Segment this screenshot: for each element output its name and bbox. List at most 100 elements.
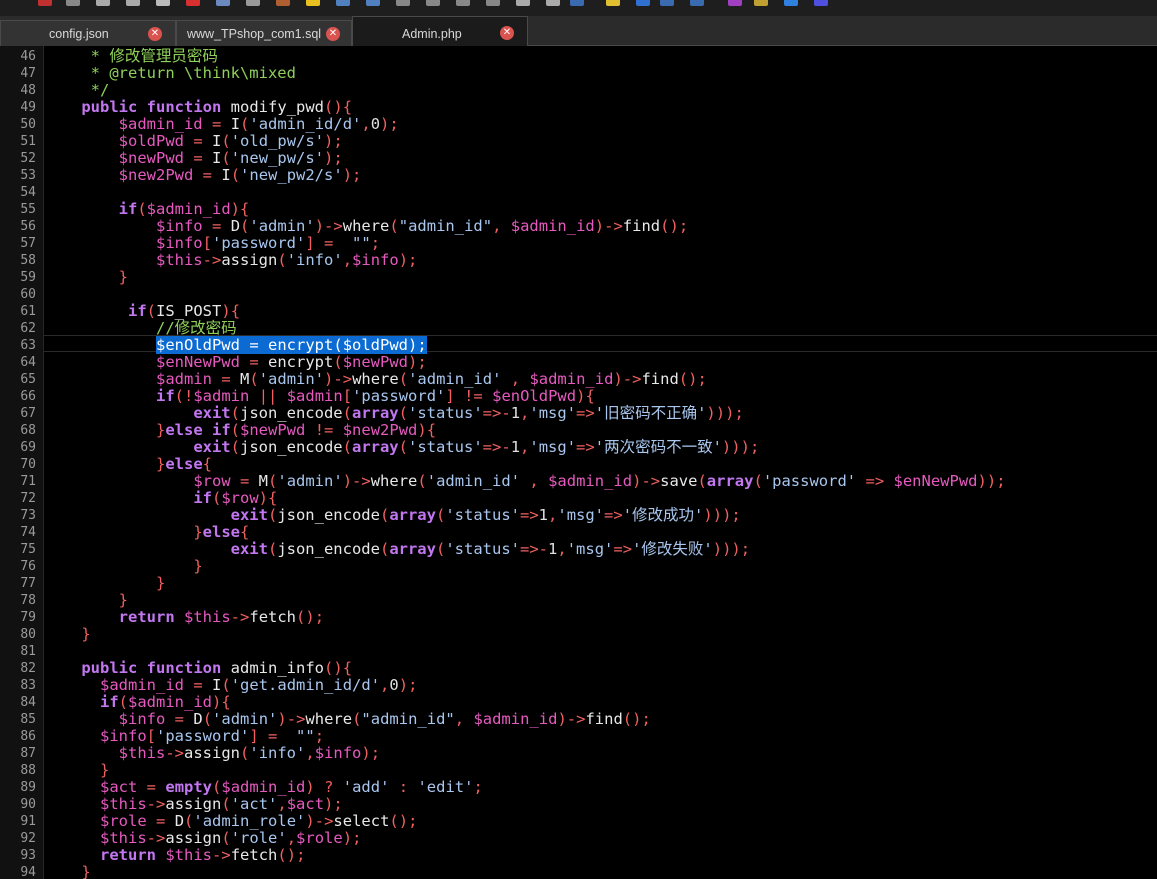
code-line[interactable]: 58 $this->assign('info',$info); xyxy=(0,252,1157,269)
line-number: 64 xyxy=(20,355,36,370)
line-number: 80 xyxy=(20,627,36,642)
code-line[interactable]: 50 $admin_id = I('admin_id/d',0); xyxy=(0,116,1157,133)
toolbar-button-icon[interactable] xyxy=(216,0,230,6)
toolbar-button-icon[interactable] xyxy=(336,0,350,6)
close-icon[interactable]: ✕ xyxy=(326,27,340,41)
toolbar-button-icon[interactable] xyxy=(546,0,560,6)
code-line[interactable]: 70 }else{ xyxy=(0,456,1157,473)
code-text: $info = D('admin')->where("admin_id", $a… xyxy=(118,710,651,728)
code-line[interactable]: 69 exit(json_encode(array('status'=>-1,'… xyxy=(0,439,1157,456)
code-line[interactable]: 94 } xyxy=(0,864,1157,879)
toolbar-button-icon[interactable] xyxy=(66,0,80,6)
code-line[interactable]: 88 } xyxy=(0,762,1157,779)
toolbar-button-icon[interactable] xyxy=(486,0,500,6)
toolbar-button-icon[interactable] xyxy=(456,0,470,6)
close-icon[interactable] xyxy=(186,0,200,6)
gear-icon[interactable] xyxy=(784,0,798,6)
close-icon[interactable]: ✕ xyxy=(148,27,162,41)
toolbar-button-icon[interactable] xyxy=(246,0,260,6)
toolbar-button-icon[interactable] xyxy=(690,0,704,6)
code-line[interactable]: 65 $admin = M('admin')->where('admin_id'… xyxy=(0,371,1157,388)
code-line[interactable]: 89 $act = empty($admin_id) ? 'add' : 'ed… xyxy=(0,779,1157,796)
toolbar-button-icon[interactable] xyxy=(396,0,410,6)
code-line[interactable]: 67 exit(json_encode(array('status'=>-1,'… xyxy=(0,405,1157,422)
toolbar-button-icon[interactable] xyxy=(728,0,742,6)
code-line[interactable]: 82 public function admin_info(){ xyxy=(0,660,1157,677)
code-line[interactable]: 63 $enOldPwd = encrypt($oldPwd); xyxy=(0,336,1157,354)
code-text: }else{ xyxy=(193,523,250,541)
code-line[interactable]: 81 xyxy=(0,643,1157,660)
code-line[interactable]: 46 * 修改管理员密码 xyxy=(0,48,1157,65)
tab-tpshop-sql[interactable]: www_TPshop_com1.sql ✕ xyxy=(176,20,352,46)
code-text: public function admin_info(){ xyxy=(81,659,353,677)
code-line[interactable]: 90 $this->assign('act',$act); xyxy=(0,796,1157,813)
code-line[interactable]: 75 exit(json_encode(array('status'=>-1,'… xyxy=(0,541,1157,558)
code-line[interactable]: 68 }else if($newPwd != $new2Pwd){ xyxy=(0,422,1157,439)
code-editor[interactable]: 46 * 修改管理员密码 47 * @return \think\mixed 48 … xyxy=(0,46,1157,879)
line-number: 47 xyxy=(20,66,36,81)
toolbar-button-icon[interactable] xyxy=(754,0,768,6)
code-line[interactable]: 60 xyxy=(0,286,1157,303)
code-line[interactable]: 80 } xyxy=(0,626,1157,643)
code-line[interactable]: 79 return $this->fetch(); xyxy=(0,609,1157,626)
toolbar-button-icon[interactable] xyxy=(276,0,290,6)
star-icon[interactable] xyxy=(306,0,320,6)
code-line[interactable]: 93 return $this->fetch(); xyxy=(0,847,1157,864)
code-line[interactable]: 76 } xyxy=(0,558,1157,575)
code-line[interactable]: 92 $this->assign('role',$role); xyxy=(0,830,1157,847)
close-icon[interactable]: ✕ xyxy=(500,26,514,40)
code-line[interactable]: 56 $info = D('admin')->where("admin_id",… xyxy=(0,218,1157,235)
code-line[interactable]: 55 if($admin_id){ xyxy=(0,201,1157,218)
line-number: 88 xyxy=(20,763,36,778)
line-number: 68 xyxy=(20,423,36,438)
code-line[interactable]: 85 $info = D('admin')->where("admin_id",… xyxy=(0,711,1157,728)
code-line[interactable]: 87 $this->assign('info',$info); xyxy=(0,745,1157,762)
tab-config-json[interactable]: config.json ✕ xyxy=(0,20,176,46)
code-line[interactable]: 84 if($admin_id){ xyxy=(0,694,1157,711)
code-line[interactable]: 51 $oldPwd = I('old_pw/s'); xyxy=(0,133,1157,150)
line-number: 65 xyxy=(20,372,36,387)
code-line[interactable]: 52 $newPwd = I('new_pw/s'); xyxy=(0,150,1157,167)
code-text: $this->assign('role',$role); xyxy=(100,829,362,847)
toolbar-button-icon[interactable] xyxy=(38,0,52,6)
code-line[interactable]: 47 * @return \think\mixed xyxy=(0,65,1157,82)
code-line[interactable]: 57 $info['password'] = ""; xyxy=(0,235,1157,252)
code-text: } xyxy=(81,625,91,643)
code-line[interactable]: 49 public function modify_pwd(){ xyxy=(0,99,1157,116)
toolbar-button-icon[interactable] xyxy=(570,0,584,6)
code-line[interactable]: 77 } xyxy=(0,575,1157,592)
code-line[interactable]: 53 $new2Pwd = I('new_pw2/s'); xyxy=(0,167,1157,184)
toolbar-button-icon[interactable] xyxy=(366,0,380,6)
toolbar-button-icon[interactable] xyxy=(156,0,170,6)
code-line[interactable]: 66 if(!$admin || $admin['password'] != $… xyxy=(0,388,1157,405)
code-line[interactable]: 73 exit(json_encode(array('status'=>1,'m… xyxy=(0,507,1157,524)
code-line[interactable]: 78 } xyxy=(0,592,1157,609)
toolbar-button-icon[interactable] xyxy=(96,0,110,6)
code-line[interactable]: 86 $info['password'] = ""; xyxy=(0,728,1157,745)
toolbar-button-icon[interactable] xyxy=(814,0,828,6)
toolbar-button-icon[interactable] xyxy=(516,0,530,6)
code-line[interactable]: 72 if($row){ xyxy=(0,490,1157,507)
line-number: 79 xyxy=(20,610,36,625)
code-text: $row = M('admin')->where('admin_id' , $a… xyxy=(193,472,1006,490)
code-line[interactable]: 74 }else{ xyxy=(0,524,1157,541)
toolbar-button-icon[interactable] xyxy=(126,0,140,6)
code-line[interactable]: 59 } xyxy=(0,269,1157,286)
toolbar-button-icon[interactable] xyxy=(660,0,674,6)
toolbar-button-icon[interactable] xyxy=(606,0,620,6)
code-text: $new2Pwd = I('new_pw2/s'); xyxy=(118,166,362,184)
code-line[interactable]: 62 //修改密码 xyxy=(0,320,1157,337)
code-line[interactable]: 54 xyxy=(0,184,1157,201)
toolbar-button-icon[interactable] xyxy=(636,0,650,6)
code-line[interactable]: 91 $role = D('admin_role')->select(); xyxy=(0,813,1157,830)
line-number: 72 xyxy=(20,491,36,506)
code-line[interactable]: 83 $admin_id = I('get.admin_id/d',0); xyxy=(0,677,1157,694)
toolbar-button-icon[interactable] xyxy=(426,0,440,6)
code-line[interactable]: 71 $row = M('admin')->where('admin_id' ,… xyxy=(0,473,1157,490)
tab-admin-php[interactable]: Admin.php ✕ xyxy=(352,16,528,46)
code-text: public function modify_pwd(){ xyxy=(81,98,353,116)
code-line[interactable]: 48 */ xyxy=(0,82,1157,99)
code-area[interactable]: 46 * 修改管理员密码 47 * @return \think\mixed 48 … xyxy=(0,48,1157,879)
code-line[interactable]: 61 if(IS_POST){ xyxy=(0,303,1157,320)
code-line[interactable]: 64 $enNewPwd = encrypt($newPwd); xyxy=(0,354,1157,371)
